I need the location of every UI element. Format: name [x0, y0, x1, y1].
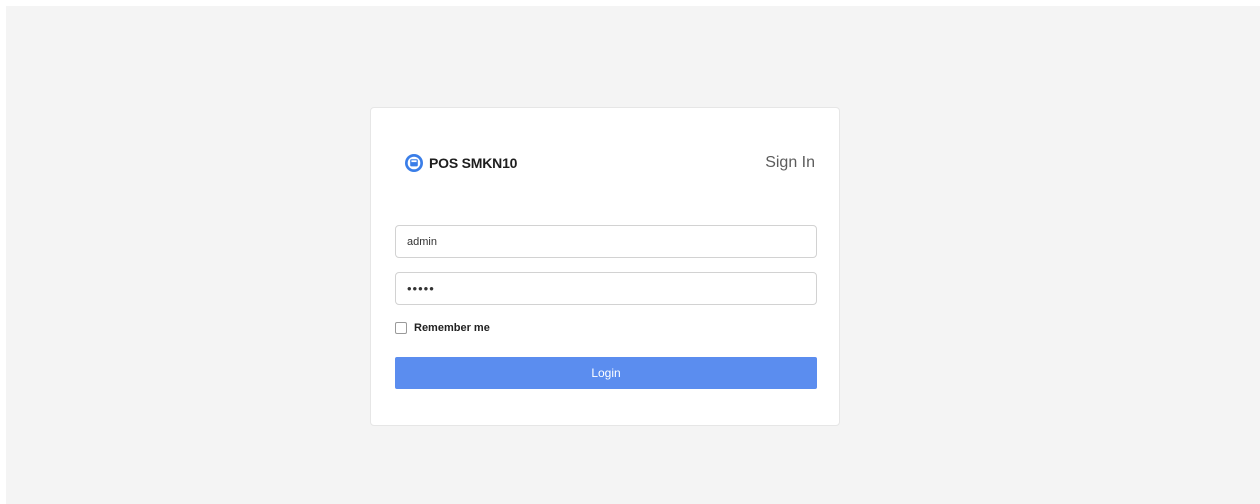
remember-me-label: Remember me: [414, 322, 490, 334]
page-title: Sign In: [765, 154, 815, 171]
brand-name: POS SMKN10: [429, 155, 518, 171]
remember-me-checkbox[interactable]: [395, 322, 407, 334]
login-button[interactable]: Login: [395, 357, 817, 389]
username-input[interactable]: [395, 225, 817, 258]
brand: POS SMKN10: [404, 153, 517, 173]
page-background: POS SMKN10 Sign In Remember me Login: [6, 6, 1260, 504]
login-card: POS SMKN10 Sign In Remember me Login: [370, 107, 840, 426]
cash-register-icon: [404, 153, 424, 173]
remember-me-option[interactable]: Remember me: [395, 322, 490, 334]
password-input[interactable]: [395, 272, 817, 305]
